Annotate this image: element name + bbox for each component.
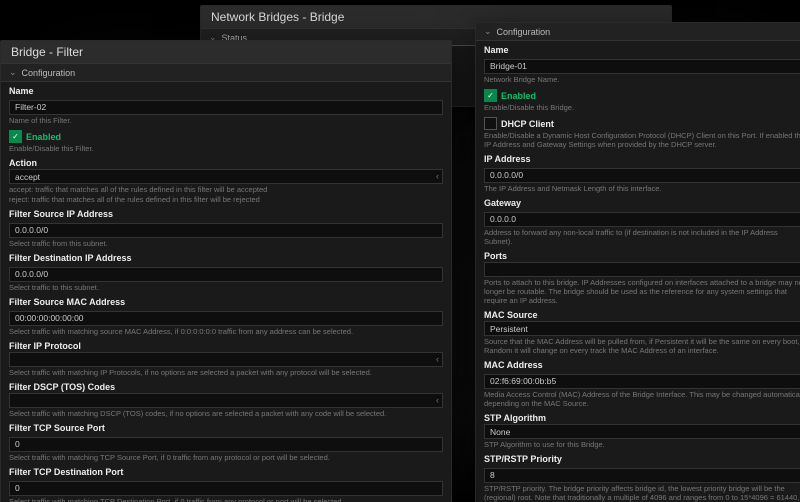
fdstip-help: Select traffic to this subnet. bbox=[9, 283, 443, 292]
fsrcip-input[interactable] bbox=[9, 223, 443, 238]
fdstip-label: Filter Destination IP Address bbox=[9, 253, 443, 263]
fipproto-help: Select traffic with matching IP Protocol… bbox=[9, 368, 443, 377]
chevron-down-icon: ⌄ bbox=[9, 67, 17, 78]
stp-help: STP Algorithm to use for this Bridge. bbox=[484, 440, 800, 449]
action-label: Action bbox=[9, 158, 443, 168]
name-input[interactable] bbox=[484, 59, 800, 74]
mac-label: MAC Address bbox=[484, 360, 800, 370]
fsrcmac-label: Filter Source MAC Address bbox=[9, 297, 443, 307]
name-help: Name of this Filter. bbox=[9, 116, 443, 125]
macsrc-label: MAC Source bbox=[484, 310, 800, 320]
ports-help: Ports to attach to this bridge. IP Addre… bbox=[484, 278, 800, 305]
ftcpsrc-label: Filter TCP Source Port bbox=[9, 423, 443, 433]
fdscp-label: Filter DSCP (TOS) Codes bbox=[9, 382, 443, 392]
macsrc-help: Source that the MAC Address will be pull… bbox=[484, 337, 800, 355]
config-header-label: Configuration bbox=[497, 27, 551, 37]
enabled-label: Enabled bbox=[26, 132, 61, 142]
enabled-help: Enable/Disable this Bridge. bbox=[484, 103, 800, 112]
action-help1: accept: traffic that matches all of the … bbox=[9, 185, 443, 194]
ftcpsrc-help: Select traffic with matching TCP Source … bbox=[9, 453, 443, 462]
fipproto-label: Filter IP Protocol bbox=[9, 341, 443, 351]
ftcpdst-label: Filter TCP Destination Port bbox=[9, 467, 443, 477]
ftcpdst-help: Select traffic with matching TCP Destina… bbox=[9, 497, 443, 502]
mac-input[interactable] bbox=[484, 374, 800, 389]
stp-label: STP Algorithm bbox=[484, 413, 800, 423]
name-input[interactable] bbox=[9, 100, 443, 115]
prio-help: STP/RSTP priority. The bridge priority a… bbox=[484, 484, 800, 502]
enabled-checkbox[interactable] bbox=[9, 130, 22, 143]
prio-input[interactable] bbox=[484, 468, 800, 483]
macsrc-select[interactable]: Persistent bbox=[484, 321, 800, 336]
enabled-label: Enabled bbox=[501, 91, 536, 101]
dhcp-label: DHCP Client bbox=[501, 119, 554, 129]
fsrcip-label: Filter Source IP Address bbox=[9, 209, 443, 219]
ip-input[interactable] bbox=[484, 168, 800, 183]
name-help: Network Bridge Name. bbox=[484, 75, 800, 84]
window-bridge-filter: Bridge - Filter ⌄ Configuration Name Nam… bbox=[0, 40, 452, 502]
gateway-label: Gateway bbox=[484, 198, 800, 208]
enabled-checkbox[interactable] bbox=[484, 89, 497, 102]
fdstip-input[interactable] bbox=[9, 267, 443, 282]
name-label: Name bbox=[9, 86, 443, 96]
fsrcip-help: Select traffic from this subnet. bbox=[9, 239, 443, 248]
window-title: Bridge - Filter bbox=[1, 41, 451, 64]
action-help2: reject: traffic that matches all of the … bbox=[9, 195, 443, 204]
ports-select[interactable] bbox=[484, 262, 800, 277]
config-header-label: Configuration bbox=[22, 68, 76, 78]
ip-help: The IP Address and Netmask Length of thi… bbox=[484, 184, 800, 193]
prio-label: STP/RSTP Priority bbox=[484, 454, 800, 464]
config-header[interactable]: ⌄ Configuration bbox=[476, 23, 800, 41]
stp-select[interactable]: None bbox=[484, 424, 800, 439]
fdscp-select[interactable] bbox=[9, 393, 443, 408]
window-bridge-config: ⌄ Configuration Name Network Bridge Name… bbox=[475, 22, 800, 502]
ftcpdst-input[interactable] bbox=[9, 481, 443, 496]
gateway-help: Address to forward any non-local traffic… bbox=[484, 228, 800, 246]
action-select[interactable]: accept bbox=[9, 169, 443, 184]
fdscp-help: Select traffic with matching DSCP (TOS) … bbox=[9, 409, 443, 418]
ports-label: Ports bbox=[484, 251, 800, 261]
fsrcmac-input[interactable] bbox=[9, 311, 443, 326]
fipproto-select[interactable] bbox=[9, 352, 443, 367]
name-label: Name bbox=[484, 45, 800, 55]
fsrcmac-help: Select traffic with matching source MAC … bbox=[9, 327, 443, 336]
mac-help: Media Access Control (MAC) Address of th… bbox=[484, 390, 800, 408]
chevron-down-icon: ⌄ bbox=[484, 26, 492, 37]
ftcpsrc-input[interactable] bbox=[9, 437, 443, 452]
dhcp-help: Enable/Disable a Dynamic Host Configurat… bbox=[484, 131, 800, 149]
enabled-help: Enable/Disable this Filter. bbox=[9, 144, 443, 153]
ip-label: IP Address bbox=[484, 154, 800, 164]
config-header[interactable]: ⌄ Configuration bbox=[1, 64, 451, 82]
dhcp-checkbox[interactable] bbox=[484, 117, 497, 130]
gateway-input[interactable] bbox=[484, 212, 800, 227]
